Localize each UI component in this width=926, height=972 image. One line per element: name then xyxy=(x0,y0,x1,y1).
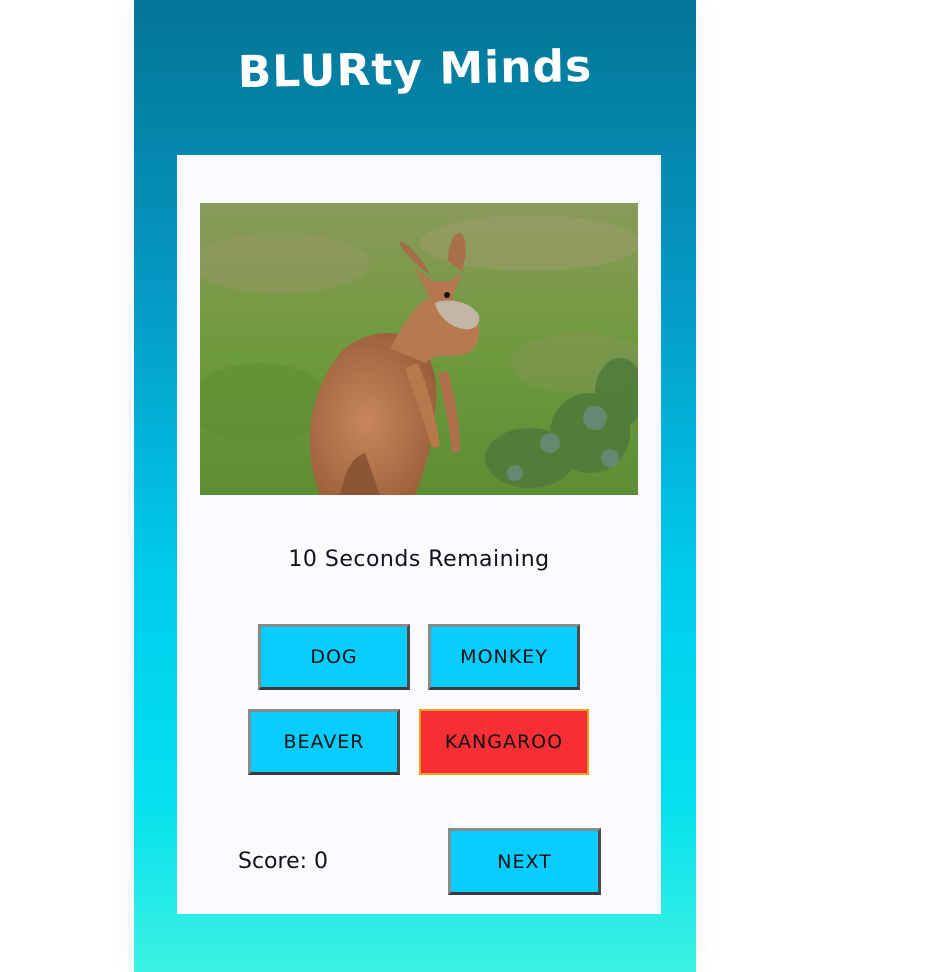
score-text: Score: 0 xyxy=(238,849,329,874)
timer-text: 10 Seconds Remaining xyxy=(288,547,550,572)
quiz-photo xyxy=(200,203,638,495)
answer-dog-button[interactable]: DOG xyxy=(258,624,410,690)
answer-monkey-button[interactable]: MONKEY xyxy=(428,624,580,690)
answer-kangaroo-button[interactable]: KANGAROO xyxy=(419,709,589,775)
quiz-card: 10 Seconds Remaining DOG MONKEY BEAVER K… xyxy=(177,155,661,914)
app-title: BLURty Minds xyxy=(237,40,593,99)
next-button[interactable]: NEXT xyxy=(448,828,601,895)
app-panel: BLURty Minds 10 Seconds Remaining DOG MO… xyxy=(134,0,696,972)
answer-beaver-button[interactable]: BEAVER xyxy=(248,709,400,775)
